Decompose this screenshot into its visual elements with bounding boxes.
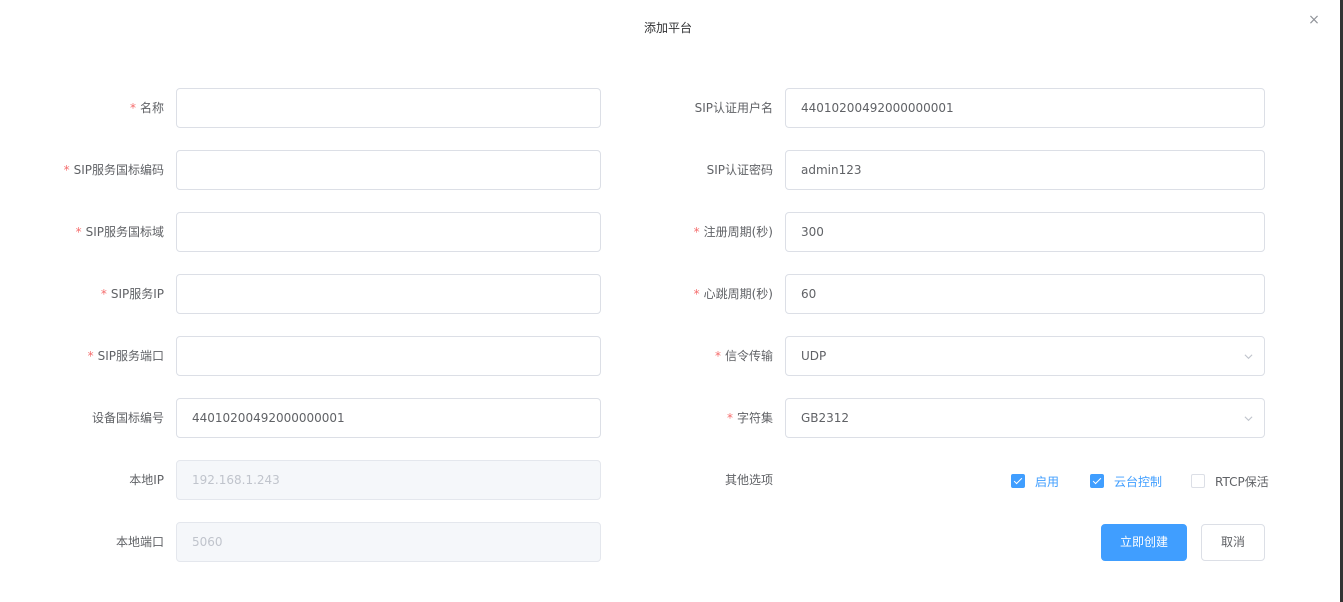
checkbox-checked-icon[interactable]	[1090, 474, 1104, 488]
transport-select[interactable]: UDP	[785, 336, 1265, 376]
local-port-input: 5060	[176, 522, 601, 562]
local-ip-input: 192.168.1.243	[176, 460, 601, 500]
sip-password-label: SIP认证密码	[706, 163, 773, 177]
local-port-label: 本地端口	[115, 535, 164, 549]
create-button[interactable]: 立即创建	[1101, 524, 1187, 561]
dialog-title: 添加平台	[643, 21, 692, 35]
sip-ip-label: * SIP服务IP	[100, 287, 164, 301]
sip-id-label: * SIP服务国标编码	[63, 163, 164, 177]
sip-port-input[interactable]	[176, 336, 601, 376]
sip-username-input[interactable]: 44010200492000000001	[785, 88, 1265, 128]
rtcp-checkbox[interactable]: RTCP保活	[1191, 473, 1269, 489]
sip-id-input[interactable]	[176, 150, 601, 190]
name-label: * 名称	[129, 101, 164, 115]
sip-port-label: * SIP服务端口	[87, 349, 164, 363]
chevron-down-icon[interactable]	[1244, 352, 1253, 360]
enable-checkbox[interactable]: 启用	[1011, 473, 1059, 489]
sip-password-input[interactable]: admin123	[785, 150, 1265, 190]
keepalive-period-input[interactable]: 60	[785, 274, 1265, 314]
checkbox-unchecked-icon[interactable]	[1191, 474, 1205, 488]
enable-checkbox-label[interactable]: 启用	[1035, 473, 1059, 490]
local-ip-label: 本地IP	[129, 473, 164, 487]
sip-domain-label: * SIP服务国标域	[75, 225, 164, 239]
sip-ip-input[interactable]	[176, 274, 601, 314]
ptz-checkbox[interactable]: 云台控制	[1090, 473, 1162, 489]
sip-username-label: SIP认证用户名	[694, 101, 773, 115]
other-options-label: 其他选项	[724, 473, 773, 487]
close-icon[interactable]: ×	[1306, 12, 1322, 28]
charset-label: * 字符集	[726, 411, 773, 425]
transport-value: UDP	[801, 349, 827, 363]
checkbox-checked-icon[interactable]	[1011, 474, 1025, 488]
device-gb-id-label: 设备国标编号	[91, 411, 164, 425]
keepalive-period-label: * 心跳周期(秒)	[693, 287, 773, 301]
sip-domain-input[interactable]	[176, 212, 601, 252]
rtcp-checkbox-label[interactable]: RTCP保活	[1215, 473, 1269, 490]
device-gb-id-input[interactable]: 44010200492000000001	[176, 398, 601, 438]
transport-label: * 信令传输	[714, 349, 773, 363]
name-input[interactable]	[176, 88, 601, 128]
cancel-button[interactable]: 取消	[1201, 524, 1265, 561]
register-period-input[interactable]: 300	[785, 212, 1265, 252]
ptz-checkbox-label[interactable]: 云台控制	[1114, 473, 1162, 490]
charset-value: GB2312	[801, 411, 850, 425]
charset-select[interactable]: GB2312	[785, 398, 1265, 438]
register-period-label: * 注册周期(秒)	[693, 225, 773, 239]
chevron-down-icon[interactable]	[1244, 414, 1253, 422]
